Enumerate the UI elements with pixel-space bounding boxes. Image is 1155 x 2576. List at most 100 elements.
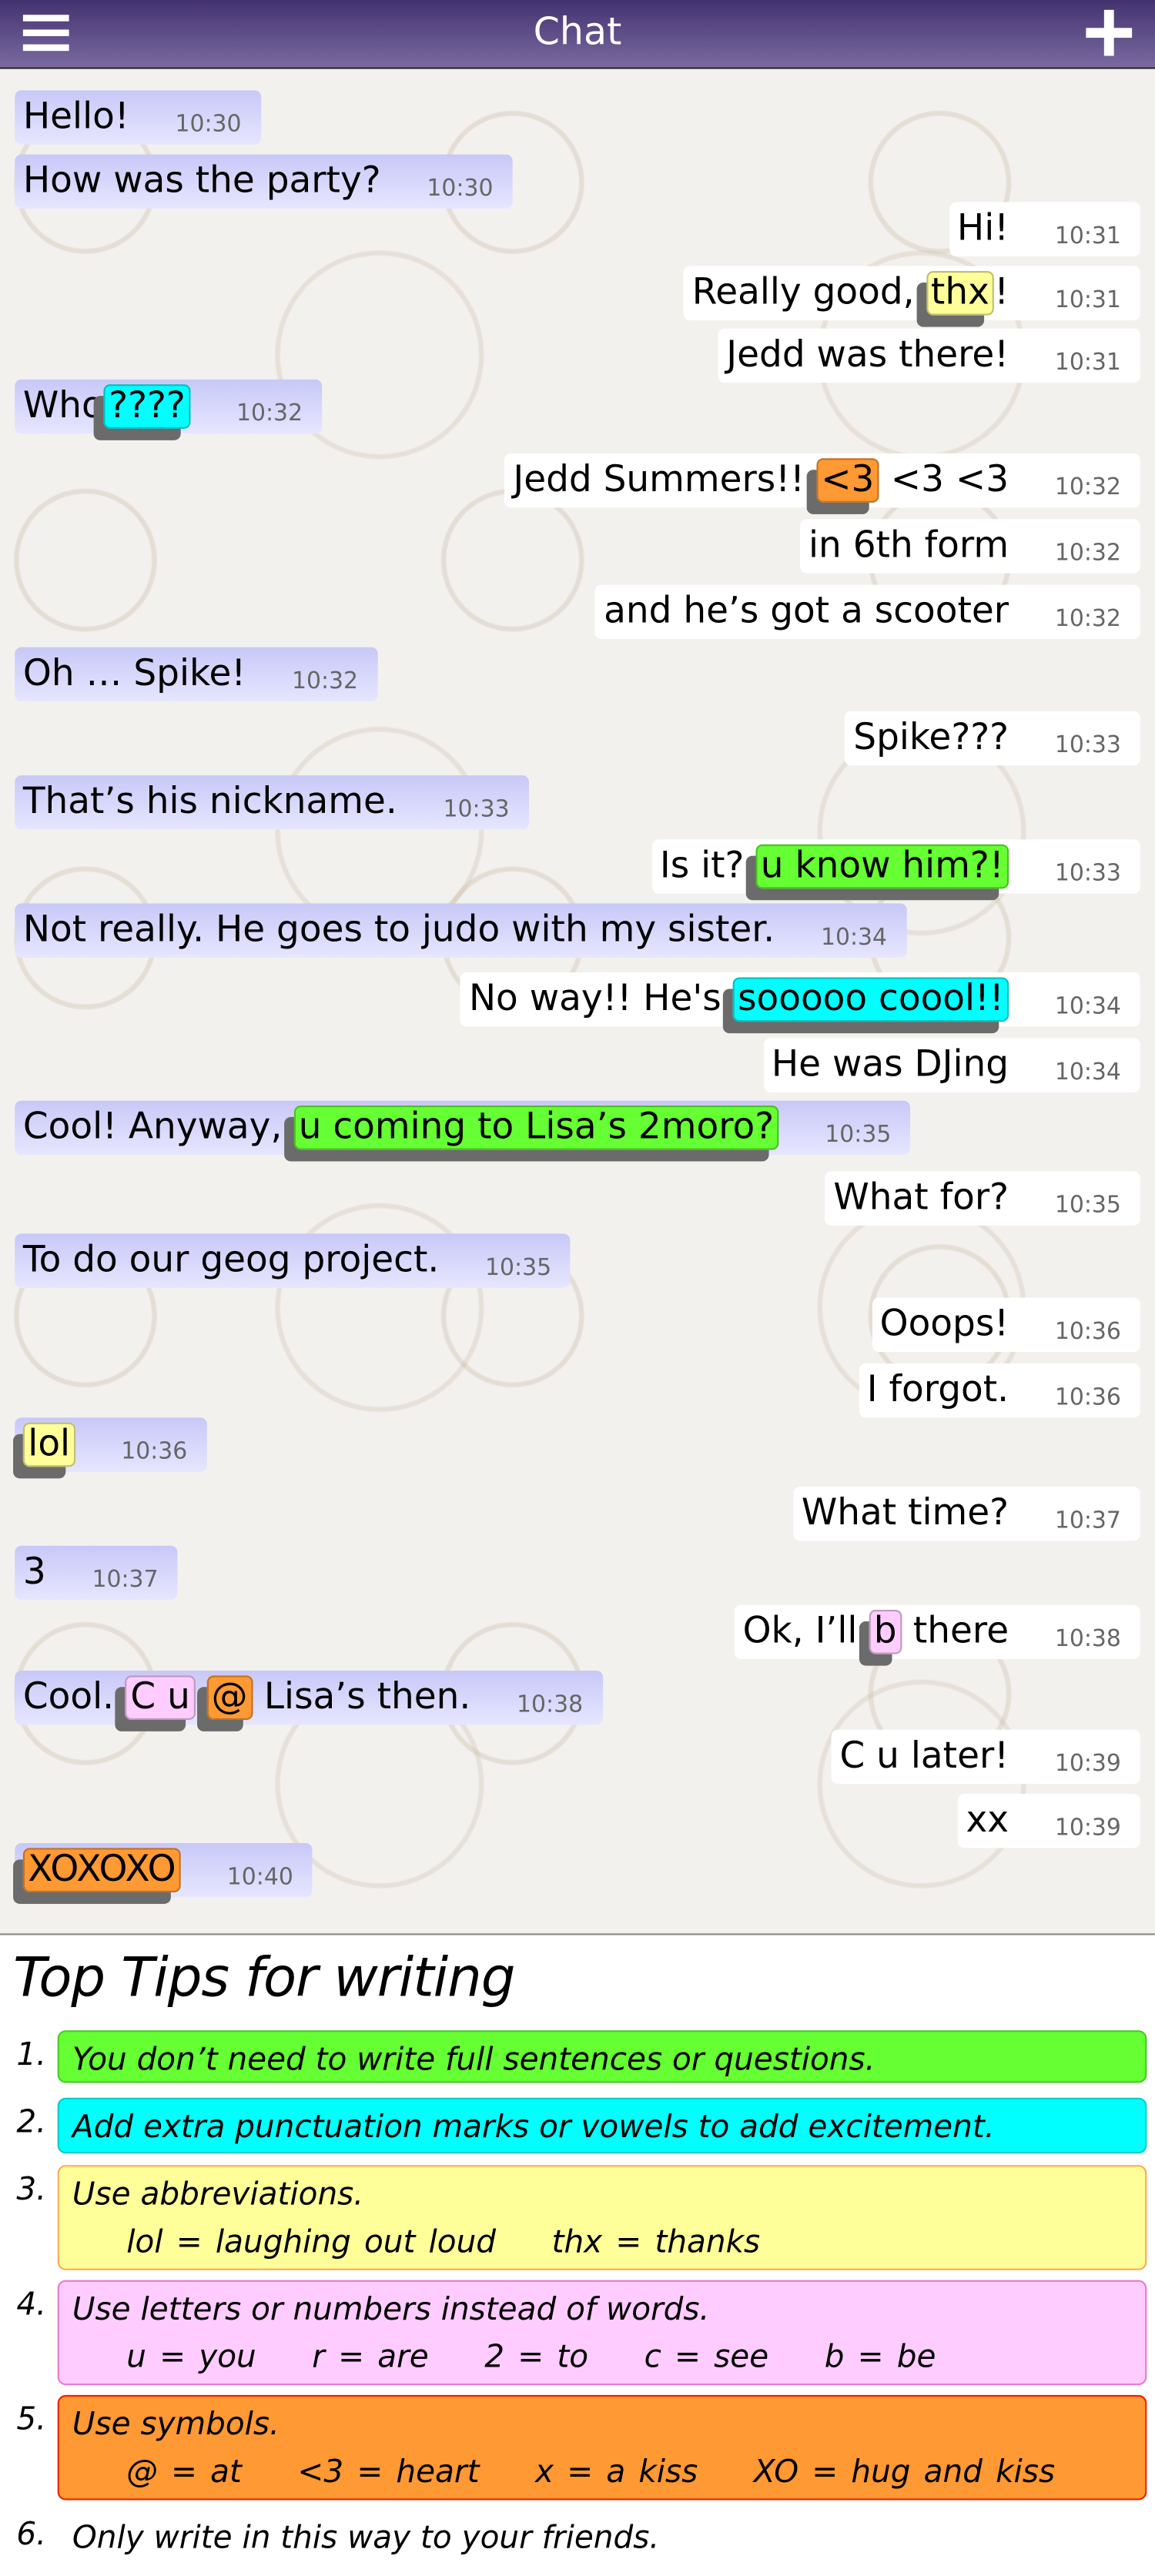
page-title: Chat xyxy=(533,11,622,55)
message-text: and he’s got a scooter xyxy=(604,591,1009,633)
message-time: 10:32 xyxy=(1054,606,1121,633)
message-text: He was DJing xyxy=(771,1045,1009,1086)
message-bubble-right[interactable]: in 6th form 10:32 xyxy=(800,519,1140,574)
message-bubble-left[interactable]: To do our geog project. 10:35 xyxy=(15,1233,571,1288)
message-bubble-right[interactable]: What for? 10:35 xyxy=(825,1171,1140,1226)
message-bubble-left[interactable]: Oh … Spike! 10:32 xyxy=(15,647,377,702)
highlighted-text: u know him?! xyxy=(755,844,1009,889)
message-time: 10:31 xyxy=(1054,223,1121,250)
message-bubble-right[interactable]: I forgot. 10:36 xyxy=(859,1363,1140,1418)
tip-example: b = be xyxy=(824,2339,936,2376)
tip-example: u = you xyxy=(126,2339,256,2376)
message-text: Lisa’s then. xyxy=(252,1677,471,1718)
tip-number: 3. xyxy=(16,2171,47,2208)
tip-box: Add extra punctuation marks or vowels to… xyxy=(57,2097,1147,2154)
message-time: 10:40 xyxy=(226,1864,293,1891)
message-time: 10:39 xyxy=(1054,1815,1121,1842)
message-bubble-right[interactable]: xx 10:39 xyxy=(957,1794,1140,1848)
message-text: I forgot. xyxy=(866,1370,1009,1411)
message-bubble-left[interactable]: Hello! 10:30 xyxy=(15,90,261,145)
message-time: 10:36 xyxy=(1054,1319,1121,1346)
tip-number: 5. xyxy=(16,2401,47,2438)
message-time: 10:39 xyxy=(1054,1751,1121,1778)
message-bubble-right[interactable]: Really good, thx! 10:31 xyxy=(684,266,1140,321)
tip-box: Only write in this way to your friends. xyxy=(59,2510,1147,2559)
highlighted-text: C u xyxy=(125,1675,196,1720)
tip-number: 4. xyxy=(16,2287,47,2323)
message-text: ! xyxy=(994,273,1009,314)
tip-text: Use letters or numbers instead of words. xyxy=(72,2291,710,2328)
message-bubble-left[interactable]: 3 10:37 xyxy=(15,1545,178,1601)
message-bubble-right[interactable]: What time? 10:37 xyxy=(793,1486,1140,1541)
tip-number: 1. xyxy=(16,2036,47,2073)
chat-app: Chat Hello! 10:30 How was the party? 10:30 H… xyxy=(0,0,1155,2576)
message-bubble-right[interactable]: C u later! 10:39 xyxy=(831,1729,1140,1785)
tip-box: Use symbols. @ = at <3 = heart x = a kiss XO… xyxy=(57,2394,1147,2501)
message-time: 10:33 xyxy=(1054,861,1121,888)
message-text: Cool! Anyway, xyxy=(22,1107,294,1149)
message-bubble-left[interactable]: Cool. C u @ Lisa’s then. 10:38 xyxy=(15,1670,603,1725)
message-text: there xyxy=(901,1611,1009,1653)
message-time: 10:34 xyxy=(1054,993,1121,1021)
message-bubble-left[interactable]: That’s his nickname. 10:33 xyxy=(15,775,529,830)
message-bubble-right[interactable]: Hi! 10:31 xyxy=(949,202,1140,256)
message-time: 10:34 xyxy=(1054,1059,1121,1086)
message-bubble-left[interactable]: Who???? 10:32 xyxy=(15,379,322,434)
message-time: 10:30 xyxy=(427,176,494,202)
message-bubble-left[interactable]: lol 10:36 xyxy=(15,1417,207,1472)
message-text: Not really. He goes to judo with my sist… xyxy=(22,910,775,952)
tip-example: <3 = heart xyxy=(297,2454,480,2491)
message-text: Oh … Spike! xyxy=(22,654,246,695)
message-text: Ok, I’ll xyxy=(742,1611,869,1653)
tip-text: You don’t need to write full sentences o… xyxy=(72,2042,875,2079)
message-bubble-right[interactable]: Spike??? 10:33 xyxy=(845,711,1140,766)
message-bubble-right[interactable]: Jedd Summers!! <3 <3 <3 10:32 xyxy=(504,453,1140,508)
message-text: Ooops! xyxy=(879,1304,1009,1346)
highlighted-text: thx xyxy=(926,271,995,316)
message-bubble-left[interactable]: How was the party? 10:30 xyxy=(15,154,513,209)
highlighted-text: b xyxy=(869,1610,902,1654)
tip-example: XO = hug and kiss xyxy=(753,2454,1056,2491)
tip-example: c = see xyxy=(644,2339,769,2376)
message-bubble-right[interactable]: No way!! He's sooooo coool!! 10:34 xyxy=(460,972,1140,1027)
message-time: 10:31 xyxy=(1054,287,1121,314)
message-list[interactable]: Hello! 10:30 How was the party? 10:30 Hi! 10:… xyxy=(0,69,1155,1935)
message-time: 10:35 xyxy=(485,1255,552,1282)
message-text: xx xyxy=(966,1800,1009,1842)
message-bubble-right[interactable]: Ooops! 10:36 xyxy=(871,1297,1140,1353)
tip-example: r = are xyxy=(312,2339,429,2376)
tips-panel: Top Tips for writing 1. You don’t need to… xyxy=(0,1935,1155,2576)
message-bubble-right[interactable]: and he’s got a scooter 10:32 xyxy=(595,584,1140,640)
message-text: Who xyxy=(22,386,104,427)
message-text: What for? xyxy=(833,1177,1009,1219)
message-time: 10:36 xyxy=(121,1439,188,1466)
message-text: No way!! He's xyxy=(468,979,733,1021)
message-text: Hello! xyxy=(22,96,129,139)
message-time: 10:30 xyxy=(175,112,242,139)
highlighted-text: lol xyxy=(22,1422,75,1467)
message-time: 10:37 xyxy=(92,1567,159,1594)
message-bubble-right[interactable]: Jedd was there! 10:31 xyxy=(718,328,1140,383)
message-bubble-right[interactable]: Ok, I’ll b there 10:38 xyxy=(734,1604,1140,1660)
message-text: Really good, xyxy=(691,273,926,314)
message-text: Is it? xyxy=(659,845,756,888)
tip-text: Use abbreviations. xyxy=(72,2176,364,2213)
highlighted-text: sooooo coool!! xyxy=(732,977,1009,1022)
message-bubble-left[interactable]: Cool! Anyway, u coming to Lisa’s 2moro? 1… xyxy=(15,1100,911,1155)
message-bubble-left[interactable]: XOXOXO 10:40 xyxy=(15,1843,313,1898)
tip-box: You don’t need to write full sentences o… xyxy=(57,2030,1147,2083)
message-time: 10:35 xyxy=(1054,1193,1121,1219)
message-time: 10:31 xyxy=(1054,350,1121,376)
tip-example: x = a kiss xyxy=(535,2454,698,2491)
tip-box: Use abbreviations. lol = laughing out lou… xyxy=(57,2165,1147,2270)
message-bubble-right[interactable]: He was DJing 10:34 xyxy=(763,1038,1140,1092)
message-time: 10:32 xyxy=(291,668,359,695)
message-bubble-right[interactable]: Is it? u know him?! 10:33 xyxy=(651,839,1140,894)
header-bar: Chat xyxy=(0,0,1155,69)
message-bubble-left[interactable]: Not really. He goes to judo with my sist… xyxy=(15,903,906,958)
plus-icon[interactable] xyxy=(1086,9,1133,56)
message-time: 10:32 xyxy=(236,400,303,427)
message-time: 10:33 xyxy=(1054,732,1121,759)
highlighted-text: <3 xyxy=(815,458,879,503)
message-text: <3 <3 xyxy=(879,460,1009,501)
